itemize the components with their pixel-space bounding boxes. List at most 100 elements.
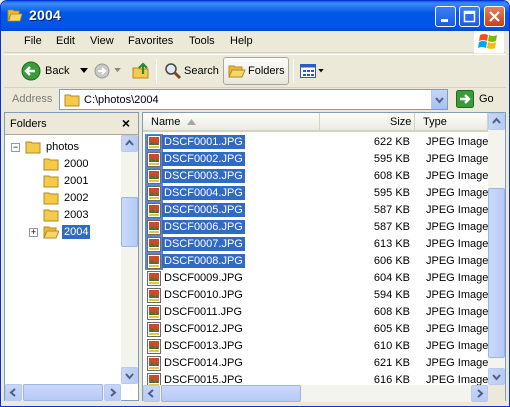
- scroll-thumb[interactable]: [488, 188, 505, 358]
- file-row[interactable]: DSCF0003.JPG 608 KB JPEG Image: [143, 168, 488, 185]
- address-input[interactable]: C:\photos\2004: [59, 89, 448, 110]
- column-type[interactable]: Type: [415, 113, 488, 131]
- file-type: JPEG Image: [426, 306, 488, 318]
- file-row[interactable]: DSCF0006.JPG 587 KB JPEG Image: [143, 219, 488, 236]
- maximize-button[interactable]: [459, 6, 480, 27]
- tree-item-2001[interactable]: 2001: [11, 173, 111, 190]
- file-name: DSCF0002.JPG: [162, 152, 245, 166]
- scroll-up-button[interactable]: [121, 135, 138, 152]
- scroll-right-button[interactable]: [471, 385, 488, 402]
- folders-vertical-scrollbar[interactable]: [121, 135, 138, 384]
- menu-favorites[interactable]: Favorites: [128, 35, 173, 47]
- minimize-button[interactable]: [435, 6, 456, 27]
- file-name: DSCF0015.JPG: [164, 374, 243, 385]
- scroll-right-button[interactable]: [104, 384, 121, 401]
- collapse-expander[interactable]: −: [11, 143, 20, 152]
- tree-item-2000[interactable]: 2000: [11, 156, 111, 173]
- folders-button[interactable]: Folders: [223, 57, 289, 85]
- menu-help[interactable]: Help: [230, 35, 253, 47]
- file-size: 595 KB: [373, 187, 410, 199]
- title-bar[interactable]: 2004: [1, 1, 509, 31]
- go-button[interactable]: Go: [454, 89, 504, 110]
- file-row[interactable]: DSCF0015.JPG 616 KB JPEG Image: [143, 372, 488, 385]
- chevron-down-icon: [125, 373, 134, 380]
- tree-item-photos[interactable]: − photos: [11, 139, 111, 156]
- jpeg-file-icon: [147, 135, 161, 150]
- toolbar-separator: [293, 59, 294, 83]
- files-horizontal-scrollbar[interactable]: [143, 385, 488, 402]
- folder-icon: [43, 209, 59, 222]
- column-type-label: Type: [423, 116, 447, 128]
- close-button[interactable]: [484, 6, 505, 27]
- folder-tree: − photos 2000 2001 2002 2003 + 2004: [5, 135, 122, 384]
- file-row[interactable]: DSCF0014.JPG 621 KB JPEG Image: [143, 355, 488, 372]
- tree-item-2003[interactable]: 2003: [11, 207, 111, 224]
- windows-logo-icon: [474, 31, 504, 53]
- scroll-left-button[interactable]: [5, 384, 22, 401]
- menu-edit[interactable]: Edit: [56, 35, 75, 47]
- file-row[interactable]: DSCF0001.JPG 622 KB JPEG Image: [143, 134, 488, 151]
- scroll-thumb[interactable]: [23, 384, 103, 401]
- close-pane-button[interactable]: ×: [122, 115, 130, 131]
- chevron-up-icon: [125, 139, 134, 146]
- up-button[interactable]: [128, 57, 154, 85]
- window-title: 2004: [29, 7, 61, 23]
- chevron-up-icon: [492, 117, 501, 124]
- minimize-icon: [441, 19, 448, 22]
- views-button[interactable]: [298, 57, 326, 85]
- file-row[interactable]: DSCF0012.JPG 605 KB JPEG Image: [143, 321, 488, 338]
- scroll-thumb[interactable]: [161, 385, 301, 402]
- menu-bar: File Edit View Favorites Tools Help: [4, 31, 506, 53]
- file-name: DSCF0011.JPG: [164, 306, 243, 318]
- scroll-left-button[interactable]: [143, 385, 160, 402]
- column-size[interactable]: Size: [320, 113, 415, 131]
- folders-label: Folders: [248, 65, 285, 77]
- address-dropdown-button[interactable]: [431, 90, 447, 109]
- explorer-window: 2004 File Edit View Favorites Tools Help: [0, 0, 510, 407]
- toolbar-separator: [156, 59, 157, 83]
- scroll-thumb[interactable]: [121, 197, 138, 247]
- file-row[interactable]: DSCF0005.JPG 587 KB JPEG Image: [143, 202, 488, 219]
- file-name: DSCF0008.JPG: [162, 254, 245, 268]
- search-button[interactable]: Search: [160, 57, 220, 85]
- file-row[interactable]: DSCF0007.JPG 613 KB JPEG Image: [143, 236, 488, 253]
- scrollbar-corner: [488, 385, 505, 402]
- file-name: DSCF0005.JPG: [162, 203, 245, 217]
- file-type: JPEG Image: [426, 255, 488, 267]
- column-name[interactable]: Name: [143, 113, 320, 131]
- chevron-left-icon: [9, 388, 16, 397]
- file-size: 610 KB: [373, 340, 410, 352]
- tree-item-2004[interactable]: + 2004: [11, 224, 111, 241]
- scroll-up-button[interactable]: [488, 113, 505, 130]
- forward-button[interactable]: [92, 57, 124, 85]
- scroll-down-button[interactable]: [121, 367, 138, 384]
- menu-tools[interactable]: Tools: [189, 35, 215, 47]
- chevron-down-icon: [435, 97, 444, 104]
- menu-view[interactable]: View: [90, 35, 114, 47]
- menu-file[interactable]: File: [24, 35, 42, 47]
- back-history-dropdown[interactable]: [78, 57, 92, 85]
- tree-item-2002[interactable]: 2002: [11, 190, 111, 207]
- file-row[interactable]: DSCF0008.JPG 606 KB JPEG Image: [143, 253, 488, 270]
- file-type: JPEG Image: [426, 153, 488, 165]
- folders-horizontal-scrollbar[interactable]: [5, 384, 121, 401]
- file-row[interactable]: DSCF0002.JPG 595 KB JPEG Image: [143, 151, 488, 168]
- back-button[interactable]: Back: [8, 57, 78, 85]
- column-header: Name Size Type: [143, 113, 488, 132]
- files-vertical-scrollbar[interactable]: [488, 113, 505, 385]
- jpeg-file-icon: [147, 339, 161, 354]
- file-size: 606 KB: [373, 255, 410, 267]
- jpeg-file-icon: [147, 271, 161, 286]
- file-row[interactable]: DSCF0009.JPG 604 KB JPEG Image: [143, 270, 488, 287]
- file-row[interactable]: DSCF0004.JPG 595 KB JPEG Image: [143, 185, 488, 202]
- jpeg-file-icon: [147, 186, 161, 201]
- tree-item-label: 2002: [64, 192, 89, 204]
- file-row[interactable]: DSCF0011.JPG 608 KB JPEG Image: [143, 304, 488, 321]
- file-type: JPEG Image: [426, 289, 488, 301]
- file-size: 594 KB: [373, 289, 410, 301]
- file-row[interactable]: DSCF0013.JPG 610 KB JPEG Image: [143, 338, 488, 355]
- file-name: DSCF0014.JPG: [164, 357, 243, 369]
- scroll-down-button[interactable]: [488, 368, 505, 385]
- file-row[interactable]: DSCF0010.JPG 594 KB JPEG Image: [143, 287, 488, 304]
- expand-expander[interactable]: +: [29, 228, 38, 237]
